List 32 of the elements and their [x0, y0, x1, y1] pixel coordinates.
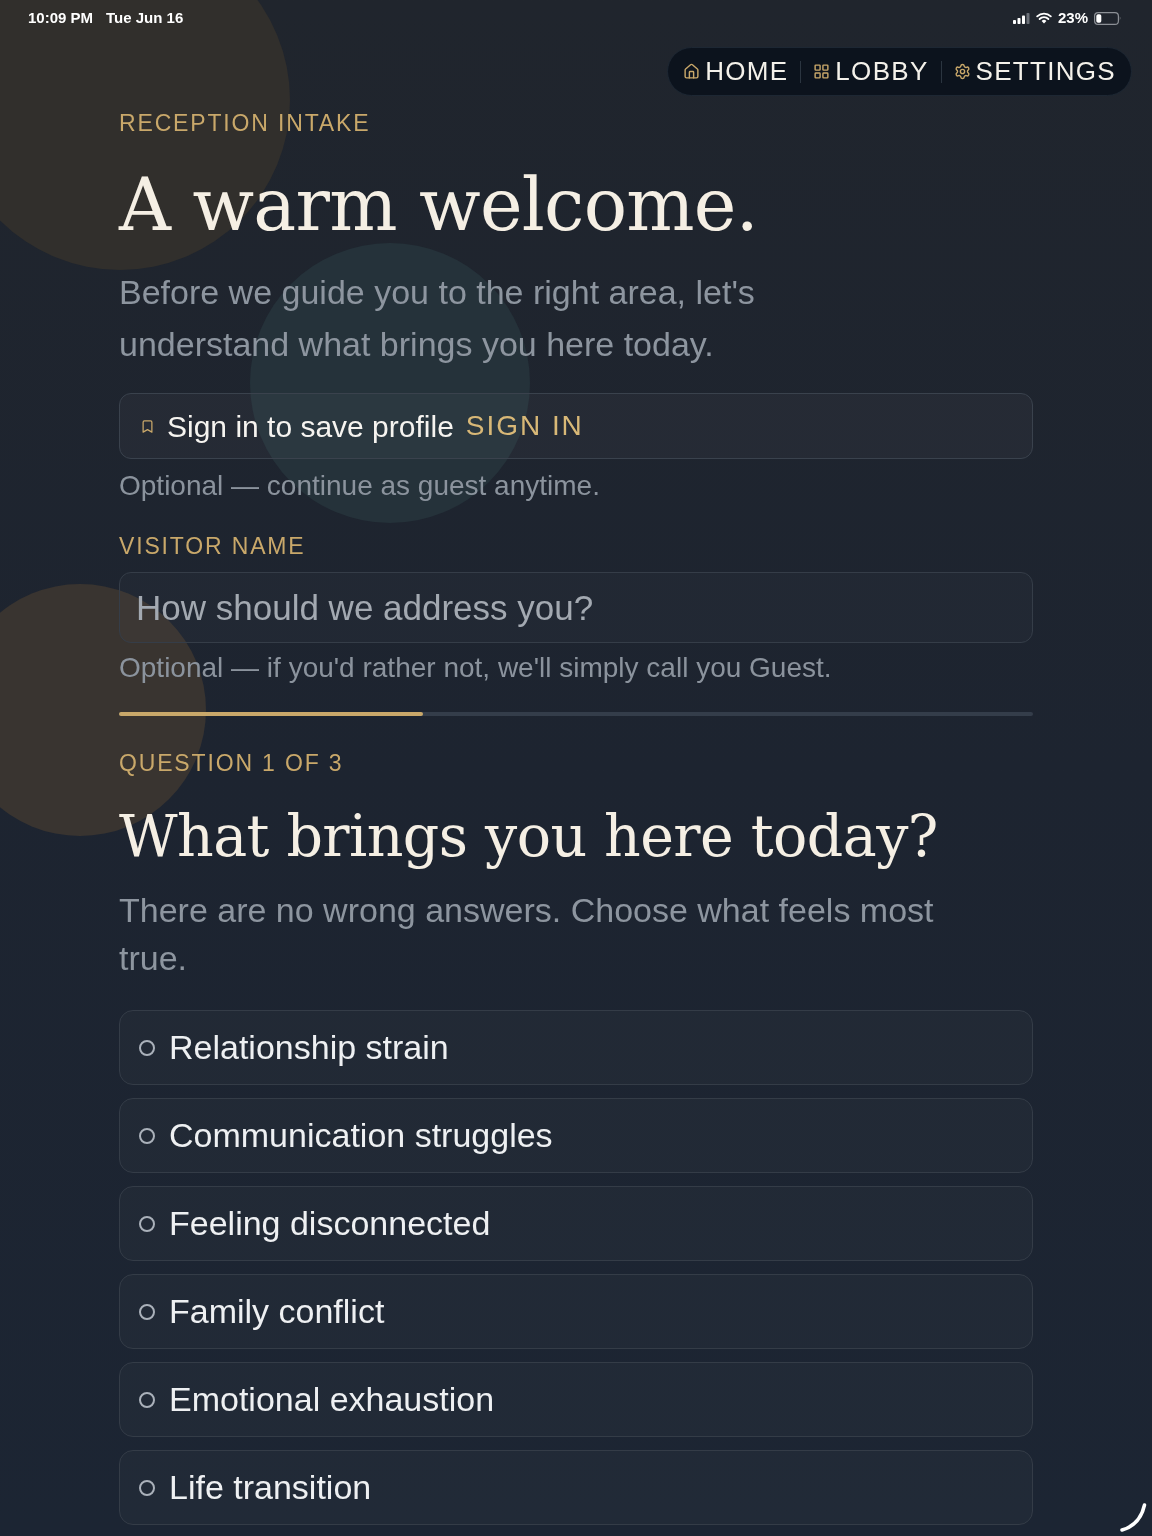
nav-link[interactable]: LOBBY	[813, 52, 929, 91]
field-label: VISITOR NAME	[119, 532, 307, 560]
answer-option[interactable]: Life transition	[119, 1450, 1033, 1525]
nav-link[interactable]: SETTINGS	[953, 52, 1116, 91]
signal-icon	[1012, 12, 1030, 24]
arc-icon	[1120, 1503, 1147, 1532]
section-eyebrow: RECEPTION INTAKE	[119, 109, 372, 137]
status-date: Tue Jun 16	[106, 7, 184, 28]
intro-text: Before we guide you to the right area, let's understand what brings you here today.	[119, 272, 756, 365]
answer-option[interactable]: Feeling disconnected	[119, 1186, 1033, 1261]
question-counter: QUESTION 1 OF 3	[119, 749, 345, 777]
bookmark-icon	[140, 418, 155, 434]
answer-option[interactable]: Relationship strain	[119, 1010, 1033, 1085]
battery-icon	[1094, 11, 1122, 25]
grid-icon	[813, 63, 831, 80]
question-title: What brings you here today?	[119, 802, 939, 871]
wifi-icon	[1035, 12, 1052, 24]
name-note: Optional — if you'd rather not, we'll simply call you Guest.	[119, 651, 833, 685]
answer-option[interactable]: Emotional exhaustion	[119, 1362, 1033, 1437]
home-icon	[683, 63, 701, 80]
sign-in-note: Optional — continue as guest anytime.	[119, 469, 601, 503]
question-hint: There are no wrong answers. Choose what feels most true.	[119, 890, 935, 979]
battery-percent: 23%	[1057, 7, 1088, 28]
status-time: 10:09 PM	[28, 7, 94, 28]
sign-in-link[interactable]: SIGN IN	[465, 405, 584, 447]
answer-option[interactable]: Communication struggles	[119, 1098, 1033, 1173]
answer-option[interactable]: Family conflict	[119, 1274, 1033, 1349]
nav-link[interactable]: HOME	[683, 52, 789, 91]
name-input[interactable]: How should we address you?	[119, 572, 1033, 643]
settings-icon	[953, 63, 971, 80]
sign-in-label: Sign in to save profile	[167, 408, 454, 445]
page-title: A warm welcome.	[119, 165, 759, 246]
